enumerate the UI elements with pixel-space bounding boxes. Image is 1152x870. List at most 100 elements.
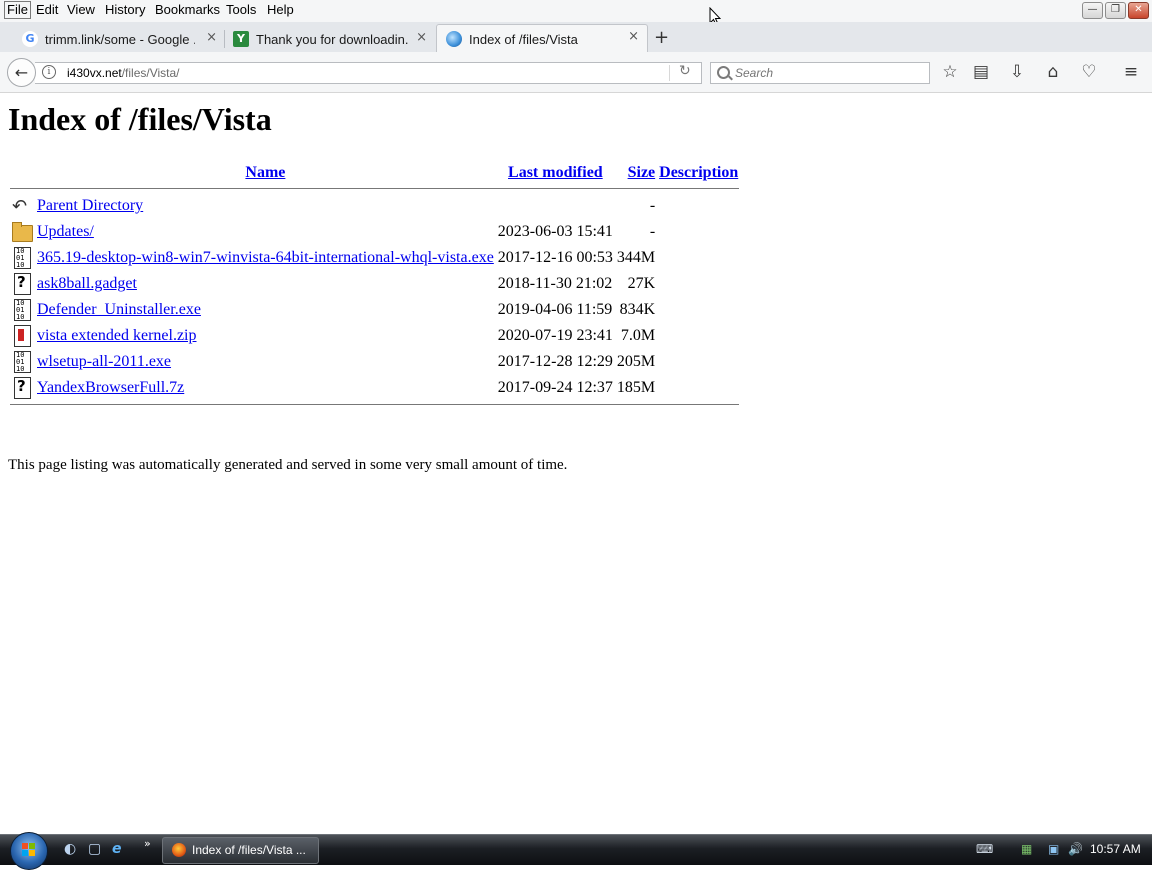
binary-file-icon: 10 01 10 [11,351,33,373]
back-button[interactable]: ← [7,58,36,87]
file-link[interactable]: wlsetup-all-2011.exe [37,353,171,370]
size-cell: 7.0M [620,327,656,344]
keyboard-icon[interactable]: ⌨ [976,842,993,856]
quicklaunch-more-icon[interactable]: » [144,837,151,850]
modified-cell: 2020-07-19 23:41 [497,327,613,344]
window-controls: — ❐ ✕ [1082,2,1149,19]
tab-google[interactable]: G trimm.link/some - Google ... × [0,26,225,52]
file-link[interactable]: Defender_Uninstaller.exe [37,301,201,318]
tab-label: Index of /files/Vista [469,31,578,47]
table-row: ↶ Parent Directory - [10,194,739,218]
size-cell: - [649,223,656,240]
new-tab-button[interactable]: + [654,27,669,48]
volume-icon[interactable]: 🔊 [1068,842,1083,856]
network-icon[interactable]: ▣ [1048,842,1059,856]
file-link[interactable]: Parent Directory [37,197,143,214]
url-divider [669,65,670,81]
file-link[interactable]: ask8ball.gadget [37,275,137,292]
sort-by-name-link[interactable]: Name [245,164,285,181]
url-path: /files/Vista/ [121,66,180,80]
menu-file[interactable]: File [4,1,31,19]
file-link[interactable]: vista extended kernel.zip [37,327,197,344]
tab-thank-you[interactable]: Y Thank you for downloadin... × [211,26,435,52]
description-column-header: Description [658,162,739,184]
size-cell: 27K [627,275,656,292]
unknown-file-icon: ? [11,377,33,399]
table-divider [10,402,740,408]
navigation-bar: i i430vx.net/files/Vista/ ↻ ← ☆ ▤ ⇩ ⌂ ♡ … [0,52,1152,93]
reload-icon[interactable]: ↻ [679,63,691,79]
modified-cell: 2017-12-16 00:53 [497,249,613,266]
menu-help[interactable]: Help [265,2,296,18]
sort-by-size-link[interactable]: Size [628,164,656,181]
folder-icon [11,221,33,243]
tab-index-vista[interactable]: Index of /files/Vista × [436,24,648,53]
table-row: 10 01 10 Defender_Uninstaller.exe 2019-04-… [10,298,739,322]
bookmark-star-icon[interactable]: ☆ [940,62,960,82]
table-header-row: Name Last modified Size Description [10,162,739,184]
binary-file-icon: 10 01 10 [11,247,33,269]
show-desktop-icon[interactable]: ▢ [88,841,101,857]
reading-list-icon[interactable]: ▤ [971,62,991,82]
menu-history[interactable]: History [103,2,147,18]
menu-bar: File Edit View History Bookmarks Tools H… [0,0,1152,22]
menu-bookmarks[interactable]: Bookmarks [153,2,222,18]
restore-button[interactable]: ❐ [1105,2,1126,19]
table-divider [10,186,740,192]
name-column-header: Name [36,162,495,184]
url-bar[interactable]: i i430vx.net/files/Vista/ ↻ [35,62,702,84]
url-host: i430vx.net [67,66,122,80]
search-input[interactable] [735,65,920,81]
file-listing-table: Name Last modified Size Description ↶ Pa… [8,160,741,410]
table-row: vista extended kernel.zip 2020-07-19 23:… [10,324,739,348]
menu-tools[interactable]: Tools [224,2,258,18]
minimize-button[interactable]: — [1082,2,1103,19]
internet-explorer-icon[interactable]: e [112,841,122,857]
page-title: Index of /files/Vista [8,101,272,137]
task-label: Index of /files/Vista ... [192,843,306,857]
pocket-icon[interactable]: ♡ [1079,62,1099,82]
table-row: 10 01 10 wlsetup-all-2011.exe 2017-12-28 1… [10,350,739,374]
page-content: Index of /files/Vista Name Last modified… [0,93,1152,833]
globe-favicon-icon [446,31,462,47]
modified-cell: 2019-04-06 11:59 [497,301,613,318]
clock[interactable]: 10:57 AM [1090,842,1141,856]
downloads-icon[interactable]: ⇩ [1007,62,1027,82]
home-icon[interactable]: ⌂ [1043,62,1063,82]
menu-view[interactable]: View [65,2,97,18]
file-link[interactable]: YandexBrowserFull.7z [37,379,184,396]
table-row: Updates/ 2023-06-03 15:41 - [10,220,739,244]
modified-cell: 2017-09-24 12:37 [497,379,613,396]
hamburger-menu-icon[interactable]: ≡ [1121,62,1141,82]
size-cell: 834K [619,301,656,318]
server-footer: This page listing was automatically gene… [8,457,568,473]
start-button[interactable] [10,832,48,870]
tab-close-icon[interactable]: × [416,30,427,45]
tray-app-icon[interactable]: ▦ [1021,842,1032,856]
size-column-header: Size [616,162,656,184]
compressed-file-icon [11,325,33,347]
size-cell: 205M [616,353,656,370]
menu-edit[interactable]: Edit [34,2,60,18]
close-window-button[interactable]: ✕ [1128,2,1149,19]
modified-cell: 2017-12-28 12:29 [497,353,613,370]
sort-by-modified-link[interactable]: Last modified [508,164,603,181]
file-link[interactable]: 365.19-desktop-win8-win7-winvista-64bit-… [37,249,494,266]
quicklaunch-browser-icon[interactable]: ◐ [64,841,76,857]
search-bar[interactable] [710,62,930,84]
size-cell: 344M [616,249,656,266]
site-info-icon[interactable]: i [42,65,56,79]
modified-cell [497,194,614,218]
binary-file-icon: 10 01 10 [11,299,33,321]
sort-by-description-link[interactable]: Description [659,164,738,181]
size-cell: 185M [616,379,656,396]
taskbar-firefox-window[interactable]: Index of /files/Vista ... [162,837,319,864]
table-row: 10 01 10 365.19-desktop-win8-win7-winvista… [10,246,739,270]
size-cell: - [649,197,656,214]
tab-close-icon[interactable]: × [628,29,639,44]
modified-cell: 2023-06-03 15:41 [497,223,613,240]
google-favicon-icon: G [22,31,38,47]
file-link[interactable]: Updates/ [37,223,94,240]
table-row: ? YandexBrowserFull.7z 2017-09-24 12:37 … [10,376,739,400]
icon-column-header [10,162,34,184]
